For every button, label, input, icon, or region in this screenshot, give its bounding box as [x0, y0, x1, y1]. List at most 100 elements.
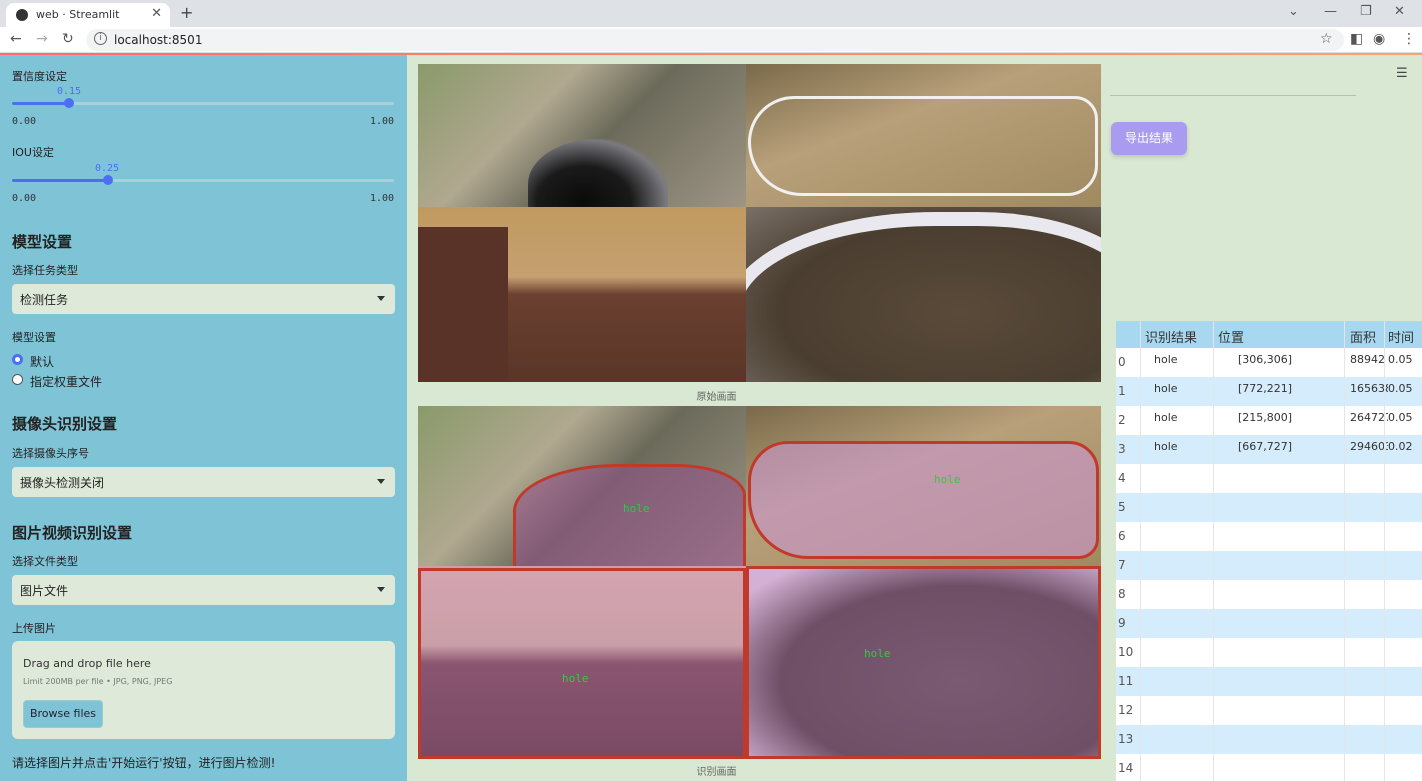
conf-slider-fill — [12, 102, 70, 105]
minimize-icon[interactable]: — — [1324, 4, 1337, 19]
task-select-value: 检测任务 — [20, 293, 69, 307]
hole-shape — [528, 139, 668, 207]
table-row[interactable]: 0 hole [306,306] 88942 0.05 — [1116, 348, 1422, 377]
result-quad-2: hole — [746, 406, 1101, 566]
cell-label: hole — [1154, 353, 1178, 366]
media-heading: 图片视频识别设置 — [12, 524, 133, 542]
table-row[interactable]: 9 — [1116, 609, 1422, 638]
dropzone-title: Drag and drop file here — [23, 657, 151, 670]
conf-slider-thumb[interactable] — [64, 98, 75, 108]
table-row[interactable]: 13 — [1116, 725, 1422, 754]
result-image: hole hole hole hole — [418, 406, 1101, 759]
task-select[interactable]: 检测任务 — [12, 284, 395, 314]
row-index: 5 — [1118, 500, 1126, 514]
table-row[interactable]: 10 — [1116, 638, 1422, 667]
star-icon[interactable]: ☆ — [1320, 31, 1333, 47]
back-arrow-icon[interactable]: ← — [10, 31, 22, 47]
camera-label: 选择摄像头序号 — [12, 447, 89, 460]
table-row[interactable]: 1 hole [772,221] 165638 0.05 — [1116, 377, 1422, 406]
cell-area: 294603 — [1350, 440, 1388, 453]
browser-tab[interactable]: web · Streamlit ✕ — [6, 3, 170, 27]
cell-label: hole — [1154, 440, 1178, 453]
table-row[interactable]: 4 — [1116, 464, 1422, 493]
column-header[interactable]: 面积 — [1350, 327, 1376, 346]
column-divider — [1140, 321, 1141, 781]
filetype-select-value: 图片文件 — [20, 584, 69, 598]
table-row[interactable]: 7 — [1116, 551, 1422, 580]
address-bar-row: ← → ↻ i localhost:8501 ☆ ◧ ◉ ⋮ — [0, 27, 1422, 53]
close-icon[interactable]: ✕ — [151, 6, 162, 21]
restore-icon[interactable]: ❐ — [1360, 4, 1372, 19]
conf-slider[interactable] — [12, 98, 394, 108]
cell-pos: [772,221] — [1238, 382, 1293, 395]
column-header[interactable]: 位置 — [1218, 327, 1244, 346]
table-row[interactable]: 2 hole [215,800] 264727 0.05 — [1116, 406, 1422, 435]
original-quad-2 — [746, 64, 1101, 207]
file-dropzone[interactable]: Drag and drop file here Limit 200MB per … — [12, 641, 395, 739]
browse-files-button[interactable]: Browse files — [23, 700, 103, 728]
chevron-down-icon[interactable]: ⌄ — [1288, 4, 1299, 19]
iou-slider-thumb[interactable] — [102, 175, 113, 185]
filetype-select[interactable]: 图片文件 — [12, 575, 395, 605]
table-row[interactable]: 14 — [1116, 754, 1422, 781]
table-row[interactable]: 3 hole [667,727] 294603 0.02 — [1116, 435, 1422, 464]
caret-down-icon — [377, 479, 385, 484]
table-header: 识别结果 位置 面积 时间 — [1116, 321, 1422, 348]
model-label: 模型设置 — [12, 331, 56, 344]
iou-slider-fill — [12, 179, 108, 182]
camera-select[interactable]: 摄像头检测关闭 — [12, 467, 395, 497]
table-row[interactable]: 8 — [1116, 580, 1422, 609]
iou-slider-min: 0.00 — [12, 193, 37, 204]
detection-mask — [748, 441, 1099, 559]
row-index: 11 — [1118, 674, 1134, 688]
dropzone-limit: Limit 200MB per file • JPG, PNG, JPEG — [23, 677, 173, 686]
table-row[interactable]: 12 — [1116, 696, 1422, 725]
divider — [1110, 95, 1356, 96]
forward-arrow-icon[interactable]: → — [36, 31, 48, 47]
more-vert-icon[interactable]: ⋮ — [1402, 31, 1416, 47]
hole-wall — [418, 227, 508, 382]
conf-slider-value: 0.15 — [57, 86, 82, 97]
column-header[interactable]: 识别结果 — [1145, 327, 1197, 346]
hamburger-menu-icon[interactable]: ☰ — [1396, 66, 1408, 81]
column-divider — [1384, 321, 1385, 781]
row-index: 4 — [1118, 471, 1126, 485]
cell-area: 165638 — [1350, 382, 1388, 395]
conf-slider-min: 0.00 — [12, 116, 37, 127]
column-header[interactable]: 时间 — [1388, 327, 1414, 346]
hole-outline — [748, 96, 1098, 196]
table-row[interactable]: 5 — [1116, 493, 1422, 522]
row-index: 1 — [1118, 384, 1126, 398]
info-icon[interactable]: i — [94, 32, 107, 45]
detection-mask — [513, 464, 746, 566]
url-bar[interactable]: i localhost:8501 — [86, 29, 1344, 51]
row-index: 6 — [1118, 529, 1126, 543]
model-heading: 模型设置 — [12, 233, 73, 251]
sidepanel-icon[interactable]: ◧ — [1350, 31, 1363, 47]
detection-label: hole — [934, 473, 961, 486]
iou-slider-value: 0.25 — [95, 163, 120, 174]
result-caption: 识别画面 — [696, 767, 737, 778]
reload-icon[interactable]: ↻ — [62, 31, 74, 47]
new-tab-icon[interactable]: + — [180, 3, 193, 22]
caret-down-icon — [377, 296, 385, 301]
row-index: 7 — [1118, 558, 1126, 572]
url-text: localhost:8501 — [114, 33, 203, 47]
iou-slider[interactable] — [12, 175, 394, 185]
export-results-button[interactable]: 导出结果 — [1111, 122, 1187, 155]
table-row[interactable]: 11 — [1116, 667, 1422, 696]
row-index: 8 — [1118, 587, 1126, 601]
row-index: 9 — [1118, 616, 1126, 630]
detection-label: hole — [864, 647, 891, 660]
detection-label: hole — [562, 672, 589, 685]
cell-pos: [215,800] — [1238, 411, 1293, 424]
cell-area: 264727 — [1350, 411, 1388, 424]
cell-time: 0.02 — [1388, 440, 1413, 453]
camera-select-value: 摄像头检测关闭 — [20, 476, 105, 490]
caret-down-icon — [377, 587, 385, 592]
row-index: 2 — [1118, 413, 1126, 427]
table-row[interactable]: 6 — [1116, 522, 1422, 551]
profile-icon[interactable]: ◉ — [1373, 31, 1385, 47]
window-close-icon[interactable]: ✕ — [1394, 4, 1405, 19]
results-table[interactable]: 识别结果 位置 面积 时间 0 hole [306,306] 88942 0.05 1 ho… — [1116, 321, 1422, 781]
